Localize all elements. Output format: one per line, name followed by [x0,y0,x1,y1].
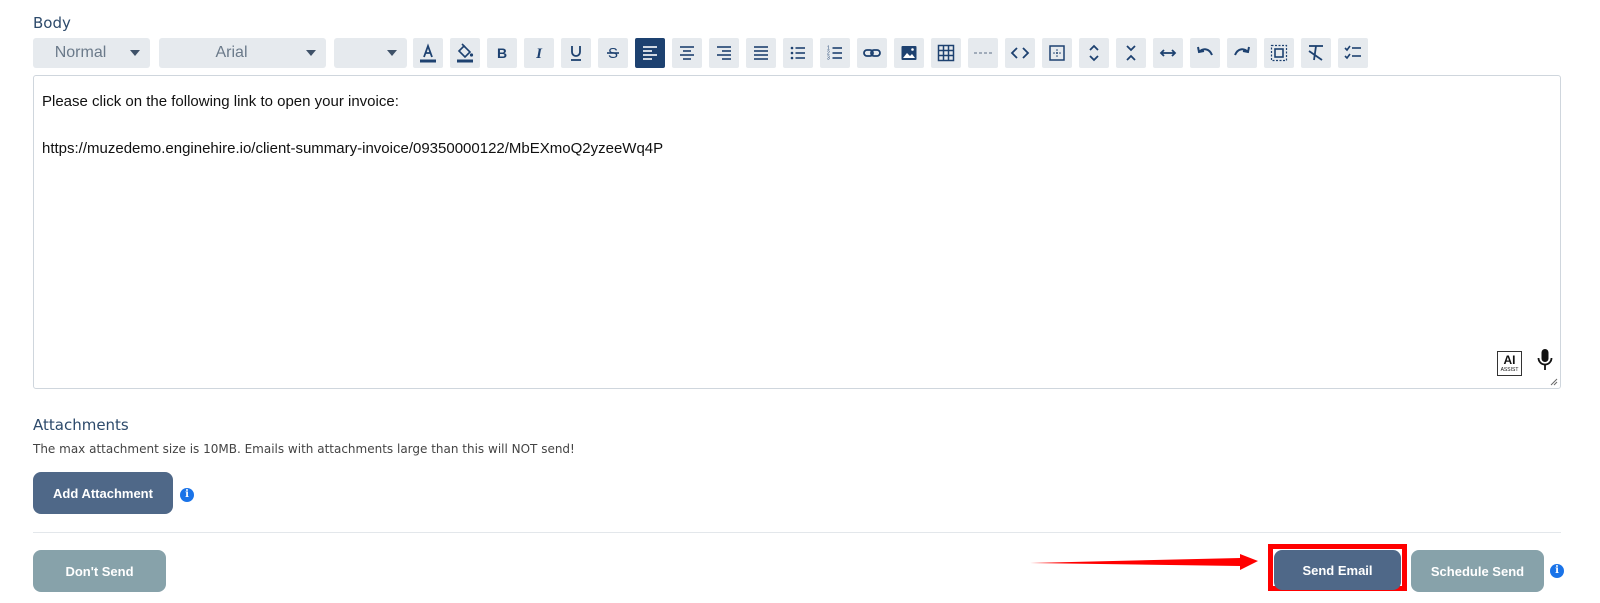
strikethrough-button[interactable]: S [598,38,628,68]
horizontal-rule-icon [974,52,992,54]
body-label: Body [33,14,71,32]
invoice-link-text: https://muzedemo.enginehire.io/client-su… [42,140,664,157]
table-button[interactable] [931,38,961,68]
bullet-list-icon [790,46,805,60]
code-view-button[interactable] [1005,38,1035,68]
svg-text:B: B [497,45,507,61]
info-icon[interactable]: i [180,488,194,502]
red-arrow-annotation [1030,554,1258,570]
bold-icon: B [497,45,507,61]
horizontal-rule-button[interactable] [968,38,998,68]
schedule-send-button[interactable]: Schedule Send [1411,550,1544,592]
attachment-size-note: The max attachment size is 10MB. Emails … [33,442,575,456]
show-blocks-icon [1270,44,1288,62]
footer-divider [33,532,1561,533]
bullet-list-button[interactable] [783,38,813,68]
font-color-icon [420,43,436,63]
code-icon [1010,47,1030,59]
remove-format-button[interactable] [1301,38,1331,68]
align-center-icon [680,46,694,60]
undo-button[interactable] [1190,38,1220,68]
strikethrough-icon: S [607,45,619,62]
font-color-button[interactable] [413,38,443,68]
italic-button[interactable]: I [524,38,554,68]
numbered-list-button[interactable]: 123 [820,38,850,68]
align-justify-button[interactable] [746,38,776,68]
image-icon [901,46,917,60]
font-dropdown[interactable]: Arial [159,38,326,68]
checklist-button[interactable] [1338,38,1368,68]
add-attachment-button[interactable]: Add Attachment [33,472,173,514]
redo-button[interactable] [1227,38,1257,68]
align-right-button[interactable] [709,38,739,68]
format-dropdown-value: Normal [54,44,107,61]
italic-icon: I [535,46,543,62]
align-left-button[interactable] [635,38,665,68]
chevron-down-icon [130,50,140,56]
resize-handle-icon[interactable] [1550,378,1558,386]
checklist-icon [1344,45,1361,60]
body-text-line: Please click on the following link to op… [42,93,399,110]
expand-horizontal-icon [1159,49,1177,57]
format-dropdown[interactable]: Normal [33,38,150,68]
paint-bucket-icon [457,43,474,63]
attachments-label: Attachments [33,416,129,434]
size-dropdown[interactable] [334,38,407,68]
undo-icon [1197,46,1213,56]
info-icon[interactable]: i [1550,564,1564,578]
dont-send-button[interactable]: Don't Send [33,550,166,592]
expand-horizontal-button[interactable] [1153,38,1183,68]
editor-toolbar: Normal Arial B I S 123 [33,38,1433,68]
collapse-vertical-icon [1126,45,1136,61]
redo-icon [1234,46,1250,56]
link-icon [863,49,881,57]
ai-assist-sublabel: ASSIST [1500,367,1519,373]
image-button[interactable] [894,38,924,68]
expand-vertical-button[interactable] [1079,38,1109,68]
svg-text:I: I [535,46,543,62]
chevron-down-icon [306,50,316,56]
align-left-icon [643,46,657,60]
align-center-button[interactable] [672,38,702,68]
select-all-icon [1049,45,1065,61]
remove-format-icon [1308,45,1323,61]
underline-button[interactable] [561,38,591,68]
link-button[interactable] [857,38,887,68]
background-color-button[interactable] [450,38,480,68]
bold-button[interactable]: B [487,38,517,68]
collapse-vertical-button[interactable] [1116,38,1146,68]
microphone-icon[interactable] [1536,348,1554,372]
font-dropdown-value: Arial [215,44,248,61]
expand-vertical-icon [1089,44,1099,62]
svg-text:3: 3 [827,56,830,62]
send-email-button[interactable]: Send Email [1274,550,1401,590]
select-all-button[interactable] [1042,38,1072,68]
email-body-editor[interactable]: Please click on the following link to op… [33,75,1561,389]
align-right-icon [717,46,731,60]
underline-icon [571,46,581,61]
show-blocks-button[interactable] [1264,38,1294,68]
ai-assist-label: AI [1503,353,1516,367]
chevron-down-icon [387,50,397,56]
table-icon [937,44,955,62]
ai-assist-button[interactable]: AI ASSIST [1497,351,1522,376]
numbered-list-icon: 123 [827,46,842,62]
align-justify-icon [754,46,768,60]
